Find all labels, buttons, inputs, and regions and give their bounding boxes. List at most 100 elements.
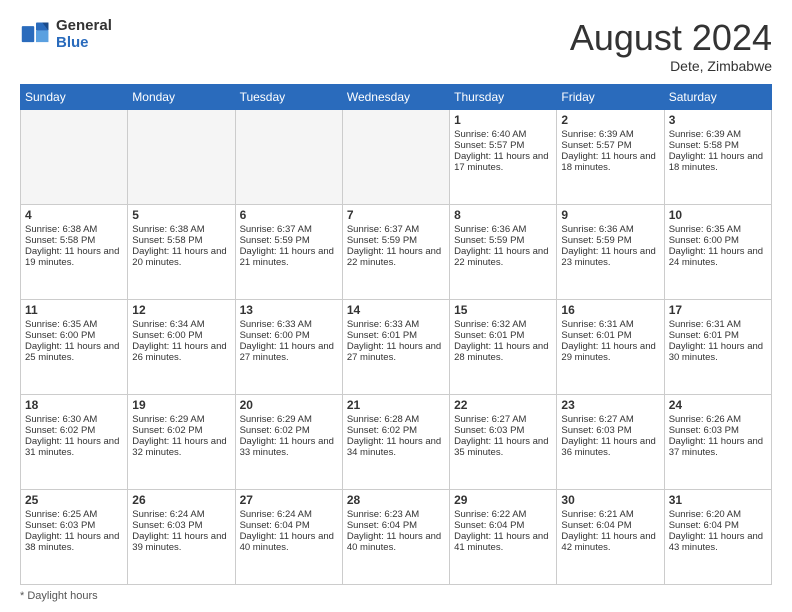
- sunrise-text: Sunrise: 6:21 AM: [561, 509, 659, 520]
- daylight-text: Daylight: 11 hours and 40 minutes.: [240, 531, 338, 553]
- daylight-text: Daylight: 11 hours and 42 minutes.: [561, 531, 659, 553]
- logo-text: General Blue: [56, 18, 112, 51]
- daylight-text: Daylight: 11 hours and 24 minutes.: [669, 246, 767, 268]
- sunset-text: Sunset: 6:00 PM: [25, 330, 123, 341]
- sunset-text: Sunset: 6:04 PM: [561, 520, 659, 531]
- sunrise-text: Sunrise: 6:40 AM: [454, 129, 552, 140]
- sunset-text: Sunset: 5:57 PM: [454, 140, 552, 151]
- sunrise-text: Sunrise: 6:28 AM: [347, 414, 445, 425]
- sunset-text: Sunset: 6:02 PM: [240, 425, 338, 436]
- calendar-cell: 16Sunrise: 6:31 AMSunset: 6:01 PMDayligh…: [557, 299, 664, 394]
- day-number: 26: [132, 493, 230, 507]
- sunset-text: Sunset: 6:03 PM: [454, 425, 552, 436]
- sunset-text: Sunset: 5:58 PM: [669, 140, 767, 151]
- day-number: 2: [561, 113, 659, 127]
- day-number: 25: [25, 493, 123, 507]
- daylight-text: Daylight: 11 hours and 26 minutes.: [132, 341, 230, 363]
- day-number: 27: [240, 493, 338, 507]
- day-number: 4: [25, 208, 123, 222]
- day-number: 20: [240, 398, 338, 412]
- daylight-text: Daylight: 11 hours and 27 minutes.: [240, 341, 338, 363]
- daylight-text: Daylight: 11 hours and 23 minutes.: [561, 246, 659, 268]
- logo-blue-text: Blue: [56, 35, 112, 52]
- day-number: 15: [454, 303, 552, 317]
- calendar-cell: 25Sunrise: 6:25 AMSunset: 6:03 PMDayligh…: [21, 489, 128, 584]
- calendar-table: SundayMondayTuesdayWednesdayThursdayFrid…: [20, 84, 772, 585]
- sunset-text: Sunset: 6:02 PM: [132, 425, 230, 436]
- calendar-cell: 29Sunrise: 6:22 AMSunset: 6:04 PMDayligh…: [450, 489, 557, 584]
- sunrise-text: Sunrise: 6:24 AM: [132, 509, 230, 520]
- logo: General Blue: [20, 18, 112, 51]
- sunrise-text: Sunrise: 6:30 AM: [25, 414, 123, 425]
- calendar-cell: 23Sunrise: 6:27 AMSunset: 6:03 PMDayligh…: [557, 394, 664, 489]
- daylight-text: Daylight: 11 hours and 28 minutes.: [454, 341, 552, 363]
- daylight-text: Daylight: 11 hours and 25 minutes.: [25, 341, 123, 363]
- calendar-header-friday: Friday: [557, 84, 664, 109]
- calendar-header-row: SundayMondayTuesdayWednesdayThursdayFrid…: [21, 84, 772, 109]
- calendar-cell: 24Sunrise: 6:26 AMSunset: 6:03 PMDayligh…: [664, 394, 771, 489]
- day-number: 16: [561, 303, 659, 317]
- location: Dete, Zimbabwe: [570, 58, 772, 74]
- daylight-text: Daylight: 11 hours and 21 minutes.: [240, 246, 338, 268]
- footer-note: * Daylight hours: [20, 590, 772, 602]
- sunset-text: Sunset: 6:00 PM: [132, 330, 230, 341]
- calendar-week-4: 18Sunrise: 6:30 AMSunset: 6:02 PMDayligh…: [21, 394, 772, 489]
- daylight-text: Daylight: 11 hours and 32 minutes.: [132, 436, 230, 458]
- daylight-text: Daylight: 11 hours and 31 minutes.: [25, 436, 123, 458]
- day-number: 22: [454, 398, 552, 412]
- sunset-text: Sunset: 5:59 PM: [240, 235, 338, 246]
- day-number: 23: [561, 398, 659, 412]
- daylight-text: Daylight: 11 hours and 34 minutes.: [347, 436, 445, 458]
- calendar-cell: 15 Sunrise: 6:32 AMSunset: 6:01 PMDayligh…: [450, 299, 557, 394]
- calendar-cell: 17Sunrise: 6:31 AMSunset: 6:01 PMDayligh…: [664, 299, 771, 394]
- calendar-cell: [342, 109, 449, 204]
- logo-icon: [20, 19, 52, 51]
- sunrise-text: Sunrise: 6:32 AM: [454, 319, 552, 330]
- sunrise-text: Sunrise: 6:36 AM: [454, 224, 552, 235]
- day-number: 8: [454, 208, 552, 222]
- sunset-text: Sunset: 5:59 PM: [454, 235, 552, 246]
- daylight-text: Daylight: 11 hours and 40 minutes.: [347, 531, 445, 553]
- daylight-text: Daylight: 11 hours and 33 minutes.: [240, 436, 338, 458]
- calendar-cell: 26Sunrise: 6:24 AMSunset: 6:03 PMDayligh…: [128, 489, 235, 584]
- sunset-text: Sunset: 6:01 PM: [454, 330, 552, 341]
- daylight-text: Daylight: 11 hours and 43 minutes.: [669, 531, 767, 553]
- logo-general-text: General: [56, 18, 112, 35]
- day-number: 3: [669, 113, 767, 127]
- sunset-text: Sunset: 5:58 PM: [25, 235, 123, 246]
- day-number: 14: [347, 303, 445, 317]
- sunset-text: Sunset: 6:00 PM: [240, 330, 338, 341]
- calendar-cell: 19Sunrise: 6:29 AMSunset: 6:02 PMDayligh…: [128, 394, 235, 489]
- sunset-text: Sunset: 5:59 PM: [561, 235, 659, 246]
- calendar-cell: 12Sunrise: 6:34 AMSunset: 6:00 PMDayligh…: [128, 299, 235, 394]
- daylight-text: Daylight: 11 hours and 30 minutes.: [669, 341, 767, 363]
- header: General Blue August 2024 Dete, Zimbabwe: [20, 18, 772, 74]
- sunrise-text: Sunrise: 6:37 AM: [240, 224, 338, 235]
- sunset-text: Sunset: 5:57 PM: [561, 140, 659, 151]
- daylight-text: Daylight: 11 hours and 20 minutes.: [132, 246, 230, 268]
- calendar-week-5: 25Sunrise: 6:25 AMSunset: 6:03 PMDayligh…: [21, 489, 772, 584]
- calendar-cell: [21, 109, 128, 204]
- daylight-text: Daylight: 11 hours and 37 minutes.: [669, 436, 767, 458]
- day-number: 11: [25, 303, 123, 317]
- daylight-text: Daylight: 11 hours and 19 minutes.: [25, 246, 123, 268]
- sunrise-text: Sunrise: 6:27 AM: [454, 414, 552, 425]
- calendar-cell: 13Sunrise: 6:33 AMSunset: 6:00 PMDayligh…: [235, 299, 342, 394]
- sunrise-text: Sunrise: 6:23 AM: [347, 509, 445, 520]
- calendar-cell: [235, 109, 342, 204]
- sunset-text: Sunset: 6:03 PM: [561, 425, 659, 436]
- calendar-week-1: 1Sunrise: 6:40 AMSunset: 5:57 PMDaylight…: [21, 109, 772, 204]
- sunrise-text: Sunrise: 6:38 AM: [25, 224, 123, 235]
- daylight-text: Daylight: 11 hours and 35 minutes.: [454, 436, 552, 458]
- calendar-cell: 31Sunrise: 6:20 AMSunset: 6:04 PMDayligh…: [664, 489, 771, 584]
- sunrise-text: Sunrise: 6:35 AM: [25, 319, 123, 330]
- sunrise-text: Sunrise: 6:20 AM: [669, 509, 767, 520]
- sunrise-text: Sunrise: 6:39 AM: [669, 129, 767, 140]
- calendar-cell: 8Sunrise: 6:36 AMSunset: 5:59 PMDaylight…: [450, 204, 557, 299]
- sunrise-text: Sunrise: 6:37 AM: [347, 224, 445, 235]
- calendar-cell: 10Sunrise: 6:35 AMSunset: 6:00 PMDayligh…: [664, 204, 771, 299]
- daylight-text: Daylight: 11 hours and 41 minutes.: [454, 531, 552, 553]
- sunrise-text: Sunrise: 6:36 AM: [561, 224, 659, 235]
- sunset-text: Sunset: 6:03 PM: [669, 425, 767, 436]
- title-section: August 2024 Dete, Zimbabwe: [570, 18, 772, 74]
